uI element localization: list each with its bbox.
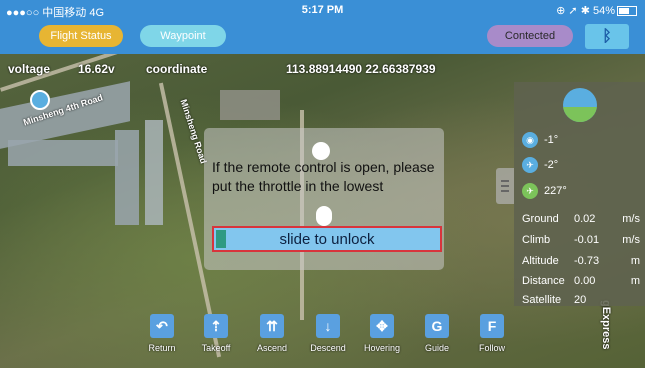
- clock: 5:17 PM: [301, 4, 344, 16]
- voltage-label: voltage: [8, 62, 51, 76]
- slider-label: slide to unlock: [279, 231, 375, 248]
- app-screen: Minsheng 4th Road Minsheng Road gExpress…: [0, 0, 645, 368]
- status-indicators: ⊕ ➚ ✱ 54%: [556, 5, 615, 17]
- stat-key: Ground: [522, 213, 559, 225]
- stat-value: 0.02: [574, 213, 596, 225]
- pitch-icon: ◉: [522, 132, 538, 148]
- heading-value: 227°: [544, 184, 567, 197]
- map-building: [8, 140, 118, 166]
- roll-icon: ✈: [522, 157, 538, 173]
- follow-button[interactable]: F Follow: [466, 314, 518, 353]
- home-marker-icon: [30, 90, 50, 110]
- return-icon: ↶: [150, 314, 174, 338]
- stat-unit: m/s: [622, 213, 640, 225]
- return-button[interactable]: ↶ Return: [136, 314, 188, 353]
- ios-status-bar: ●●●○○ 中国移动 4G 5:17 PM ⊕ ➚ ✱ 54%: [0, 0, 645, 20]
- voltage-value: 16.62v: [78, 62, 115, 76]
- map-watermark: gExpress: [600, 300, 612, 350]
- tool-label: Ascend: [256, 343, 288, 353]
- stat-value: 20: [574, 294, 587, 306]
- guide-button[interactable]: G Guide: [411, 314, 463, 353]
- unlock-dialog: If the remote control is open, please pu…: [204, 128, 444, 270]
- slide-to-unlock[interactable]: slide to unlock: [212, 226, 442, 252]
- pitch-row: ◉ -1°: [522, 132, 558, 148]
- descend-button[interactable]: ↓ Descend: [302, 314, 354, 353]
- heading-icon: ✈: [522, 183, 538, 199]
- status-right: ⊕ ➚ ✱ 54%: [556, 4, 637, 17]
- tool-label: Return: [148, 343, 176, 353]
- heading-row: ✈ 227°: [522, 183, 567, 199]
- bluetooth-icon: ᛒ: [602, 28, 612, 45]
- pitch-value: -1°: [544, 133, 559, 146]
- person-marker-icon: [316, 206, 332, 226]
- panel-toggle-handle[interactable]: [496, 168, 514, 204]
- stat-unit: m: [630, 275, 640, 287]
- coordinate-value: 113.88914490 22.66387939: [286, 62, 436, 76]
- descend-icon: ↓: [316, 314, 340, 338]
- follow-icon: F: [480, 314, 504, 338]
- takeoff-icon: ⇡: [204, 314, 228, 338]
- flight-status-button[interactable]: Flight Status: [39, 25, 123, 47]
- stat-value: -0.73: [574, 255, 600, 267]
- stat-key: Altitude: [522, 255, 559, 267]
- map-building: [220, 90, 280, 120]
- map-building: [115, 130, 139, 225]
- stat-key: Satellite: [522, 294, 562, 306]
- tool-label: Follow: [478, 343, 505, 353]
- takeoff-button[interactable]: ⇡ Takeoff: [190, 314, 242, 353]
- stat-key: Climb: [522, 234, 551, 246]
- bluetooth-button[interactable]: ᛒ: [585, 24, 629, 49]
- map-building: [145, 120, 163, 225]
- connected-button[interactable]: Contected: [487, 25, 573, 47]
- flight-info-panel: ◉ -1° ✈ -2° ✈ 227° Ground 0.02 m/s Climb -0.01…: [514, 82, 645, 306]
- map-building: [0, 81, 130, 149]
- guide-icon: G: [425, 314, 449, 338]
- tool-label: Hovering: [363, 343, 401, 353]
- roll-row: ✈ -2°: [522, 157, 558, 173]
- attitude-indicator-icon: [563, 88, 597, 122]
- stat-key: Distance: [522, 275, 565, 287]
- tool-label: Guide: [424, 343, 450, 353]
- stat-value: -0.01: [574, 234, 600, 246]
- stat-unit: m: [630, 255, 640, 267]
- ascend-button[interactable]: ⇈ Ascend: [246, 314, 298, 353]
- dialog-message: If the remote control is open, please pu…: [212, 159, 435, 194]
- tool-label: Descend: [310, 343, 346, 353]
- hovering-icon: ✥: [370, 314, 394, 338]
- coordinate-label: coordinate: [146, 62, 208, 76]
- waypoint-button[interactable]: Waypoint: [140, 25, 226, 47]
- ascend-icon: ⇈: [260, 314, 284, 338]
- top-nav: Flight Status Waypoint Contected ᛒ: [0, 20, 645, 54]
- battery-icon: [617, 6, 637, 17]
- tool-label: Takeoff: [201, 343, 231, 353]
- hovering-button[interactable]: ✥ Hovering: [356, 314, 408, 353]
- roll-value: -2°: [544, 158, 559, 171]
- stat-unit: m/s: [622, 234, 640, 246]
- stat-value: 0.00: [574, 275, 596, 287]
